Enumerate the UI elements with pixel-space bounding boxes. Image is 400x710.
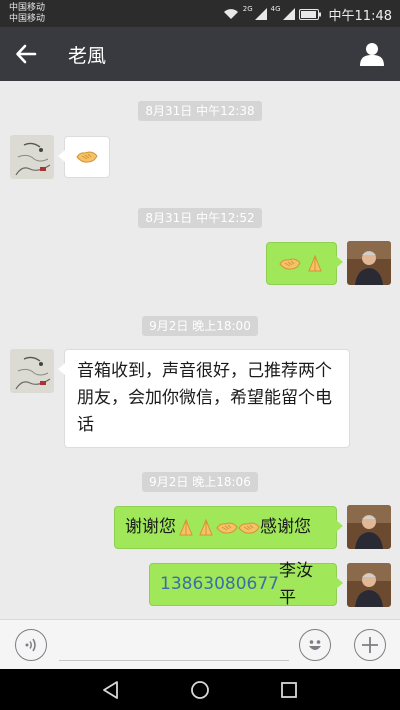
contact-avatar[interactable] bbox=[10, 349, 54, 393]
back-triangle-icon bbox=[103, 681, 118, 699]
signal-icon bbox=[254, 8, 267, 20]
man-photo-avatar bbox=[347, 563, 391, 607]
chat-info-button[interactable] bbox=[356, 38, 388, 70]
message-text: 李汝平 bbox=[278, 560, 313, 608]
message-list[interactable]: 8月31日 中午12:38 8月31日 中午12:52 9月2日 晚上18:00… bbox=[0, 81, 400, 619]
handshake-emoji bbox=[76, 151, 98, 163]
network-type-1: 2G bbox=[242, 5, 253, 13]
message-text: 音箱收到，声音很好，己推荐两个朋友，会加你微信，希望能留个电话 bbox=[77, 361, 332, 435]
contact-avatar[interactable] bbox=[10, 135, 54, 179]
carrier-label-2: 中国移动 bbox=[9, 14, 46, 24]
nav-home-button[interactable] bbox=[188, 678, 212, 702]
message-bubble-incoming[interactable]: 音箱收到，声音很好，己推荐两个朋友，会加你微信，希望能留个电话 bbox=[58, 349, 350, 448]
handshake-emoji bbox=[216, 521, 238, 534]
timestamp: 8月31日 中午12:52 bbox=[0, 207, 400, 228]
battery-icon bbox=[298, 8, 321, 20]
emoji-button[interactable] bbox=[299, 629, 331, 661]
home-circle-icon bbox=[191, 681, 209, 699]
plus-icon bbox=[362, 637, 378, 653]
message-bubble-outgoing[interactable]: 13863080677 李汝平 bbox=[149, 561, 343, 608]
message-bubble-outgoing[interactable]: 谢谢您 感谢您 bbox=[114, 506, 343, 549]
recents-square-icon bbox=[281, 682, 297, 698]
man-photo-avatar bbox=[347, 241, 391, 285]
timestamp-label: 9月2日 晚上18:06 bbox=[142, 472, 258, 492]
message-text: 感谢您 bbox=[260, 517, 311, 537]
praying-hands-emoji bbox=[199, 518, 213, 535]
clock-time: 中午11:48 bbox=[328, 8, 392, 24]
more-button[interactable] bbox=[354, 629, 386, 661]
wifi-icon bbox=[223, 8, 239, 20]
my-avatar[interactable] bbox=[347, 563, 391, 607]
status-bar: 中国移动 中国移动 2G 4G 中午11:48 bbox=[0, 0, 400, 27]
network-type-2: 4G bbox=[270, 5, 281, 13]
carrier-label-1: 中国移动 bbox=[9, 3, 46, 13]
back-button[interactable] bbox=[8, 36, 44, 72]
ink-painting-avatar bbox=[10, 349, 54, 393]
chat-header: 老風 bbox=[0, 27, 400, 81]
timestamp-label: 9月2日 晚上18:00 bbox=[142, 316, 258, 336]
timestamp: 9月2日 晚上18:00 bbox=[0, 315, 400, 336]
message-text: 谢谢您 bbox=[125, 517, 176, 537]
praying-hands-emoji bbox=[179, 518, 193, 535]
timestamp: 8月31日 中午12:38 bbox=[0, 100, 400, 121]
man-photo-avatar bbox=[347, 505, 391, 549]
nav-recents-button[interactable] bbox=[277, 678, 301, 702]
timestamp-label: 8月31日 中午12:52 bbox=[138, 208, 262, 228]
my-avatar[interactable] bbox=[347, 241, 391, 285]
person-icon bbox=[360, 43, 384, 66]
message-bubble-incoming[interactable] bbox=[58, 136, 110, 178]
handshake-emoji bbox=[238, 521, 260, 534]
status-icons: 2G 4G 中午11:48 bbox=[223, 5, 392, 24]
chat-title: 老風 bbox=[68, 45, 107, 67]
ink-painting-avatar bbox=[10, 135, 54, 179]
voice-icon bbox=[25, 638, 36, 652]
input-bar bbox=[0, 619, 400, 669]
my-avatar[interactable] bbox=[347, 505, 391, 549]
praying-hands-emoji bbox=[307, 254, 322, 271]
phone-number-link[interactable]: 13863080677 bbox=[160, 571, 279, 598]
timestamp-label: 8月31日 中午12:38 bbox=[138, 101, 262, 121]
smiley-icon bbox=[309, 640, 321, 650]
timestamp: 9月2日 晚上18:06 bbox=[0, 471, 400, 492]
system-nav-bar bbox=[0, 669, 400, 710]
voice-button[interactable] bbox=[15, 629, 47, 661]
arrow-left-icon bbox=[16, 44, 37, 64]
message-bubble-outgoing[interactable] bbox=[266, 242, 343, 285]
nav-back-button[interactable] bbox=[99, 678, 123, 702]
handshake-emoji bbox=[278, 257, 301, 270]
signal-icon bbox=[282, 8, 295, 20]
message-input[interactable] bbox=[59, 629, 289, 661]
